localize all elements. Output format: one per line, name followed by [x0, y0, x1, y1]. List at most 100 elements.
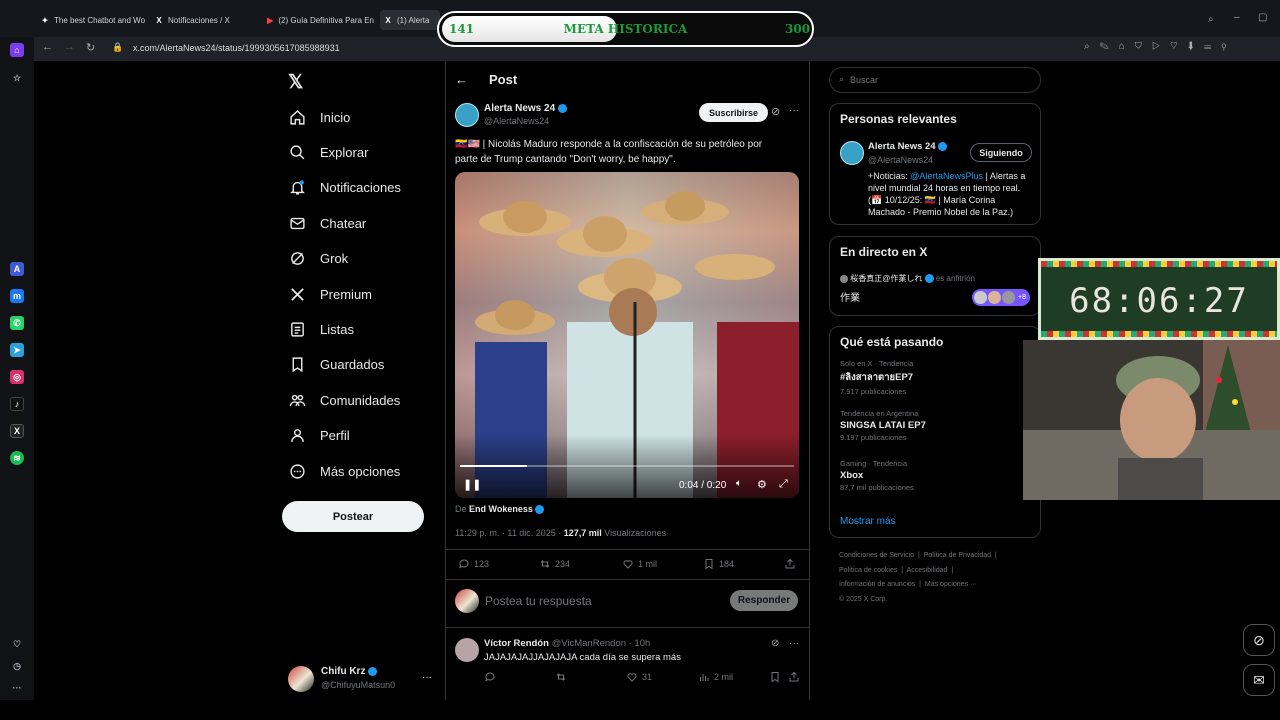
reply-button[interactable]: Responder — [730, 590, 798, 611]
whatsapp-icon[interactable]: ✆ — [10, 316, 24, 330]
nav-item-inicio[interactable]: Inicio — [289, 105, 350, 129]
home-icon[interactable]: ⌂ — [10, 43, 24, 57]
reply-action[interactable]: 123 — [458, 558, 489, 570]
search-tabs-icon[interactable]: ⌕ — [1208, 14, 1214, 25]
tab-chatbot[interactable]: ✦ The best Chatbot and Wo — [40, 10, 146, 30]
video-progress-track[interactable] — [460, 465, 794, 467]
tiktok-icon[interactable]: ♪ — [10, 397, 24, 411]
tab-guia[interactable]: ▶ (2) Guía Definitiva Para En — [266, 10, 374, 30]
reply-share-action[interactable] — [788, 671, 800, 683]
toolbar-icons[interactable]: ⌕✎⌂⛉▷♡⬇☰⚲ — [1084, 41, 1236, 52]
nav-item-notificaciones[interactable]: Notificaciones — [289, 175, 401, 199]
tab-alerta-active[interactable]: X (1) Alerta — [380, 10, 440, 30]
author-handle[interactable]: @AlertaNews24 — [484, 116, 549, 126]
back-arrow-icon[interactable]: ← — [455, 72, 468, 87]
heart-icon[interactable]: ♡ — [10, 637, 24, 651]
footer-link[interactable]: Información de anuncios — [839, 581, 915, 588]
search-box[interactable]: ⌕ Buscar — [829, 67, 1041, 93]
messenger-icon[interactable]: m — [10, 289, 24, 303]
nav-item-guardados[interactable]: Guardados — [289, 352, 384, 376]
footer-link[interactable]: Política de cookies — [839, 567, 897, 574]
telegram-icon[interactable]: ➤ — [10, 343, 24, 357]
footer-link[interactable]: Condiciones de Servicio — [839, 552, 914, 559]
repost-action[interactable]: 234 — [539, 558, 570, 570]
author-avatar[interactable] — [455, 103, 479, 127]
instagram-icon[interactable]: ◎ — [10, 370, 24, 384]
live-topic[interactable]: 作業 — [840, 289, 860, 304]
volume-icon[interactable]: 🔈︎ — [736, 478, 742, 489]
nav-item-explorar[interactable]: Explorar — [289, 140, 368, 164]
history-icon[interactable]: ◷ — [10, 659, 24, 673]
account-switcher[interactable]: Chifu Krz @ChifuyuMatsun0 ··· — [288, 664, 434, 694]
messages-float-icon[interactable]: ✉ — [1243, 664, 1275, 696]
live-host-row[interactable]: 桜香真正@作業しれ es anfitrión — [840, 273, 975, 284]
settings-gear-icon[interactable]: ⚙︎ — [757, 478, 767, 491]
show-more-link[interactable]: Mostrar más — [840, 516, 896, 527]
live-listeners[interactable]: +8 — [972, 289, 1030, 306]
relevant-handle[interactable]: @AlertaNews24 — [868, 155, 933, 165]
bio-link[interactable]: @AlertaNewsPlus — [910, 171, 983, 181]
nav-item-chatear[interactable]: Chatear — [289, 211, 366, 235]
source-name[interactable]: End Wokeness — [469, 504, 533, 514]
nav-item-listas[interactable]: Listas — [289, 317, 354, 341]
reply-avatar[interactable] — [455, 638, 479, 662]
share-action[interactable] — [784, 558, 796, 570]
aria-icon[interactable]: A — [10, 262, 24, 276]
search-input[interactable]: Buscar — [850, 75, 878, 85]
nav-item-premium[interactable]: Premium — [289, 282, 372, 306]
reply-views-action[interactable]: 2 mil — [698, 671, 733, 683]
trend-item[interactable]: Tendencia en Argentina SINGSA LATAI EP7 9.… — [840, 409, 1030, 442]
post-timestamp[interactable]: 11:29 p. m. · 11 dic. 2025 · — [455, 528, 561, 538]
minimize-icon[interactable]: – — [1234, 12, 1240, 23]
relevant-name-row[interactable]: Alerta News 24 — [868, 141, 948, 152]
star-icon[interactable]: ☆ — [10, 71, 24, 85]
maximize-icon[interactable]: ▢ — [1258, 12, 1267, 23]
reply-input[interactable]: Postea tu respuesta — [485, 594, 592, 608]
grok-icon[interactable]: ⊘ — [771, 105, 780, 118]
bookmark-action[interactable]: 184 — [703, 558, 734, 570]
trend-item[interactable]: Solo en X · Tendencia #ลิงสาลาตายEP7 7.917… — [840, 359, 1030, 396]
reload-icon[interactable]: ↻ — [86, 41, 95, 54]
nav-item-más-opciones[interactable]: Más opciones — [289, 459, 400, 483]
trend-item[interactable]: Gaming · Tendencia Xbox 87,7 mil publicaci… — [840, 459, 1030, 492]
reply-repost-action[interactable] — [555, 671, 567, 683]
relevant-avatar[interactable] — [840, 141, 864, 165]
nav-item-perfil[interactable]: Perfil — [289, 423, 350, 447]
author-name-row[interactable]: Alerta News 24 — [484, 103, 567, 114]
post-button[interactable]: Postear — [282, 501, 424, 532]
reply-handle[interactable]: @VicManRendon · 10h — [552, 638, 651, 649]
account-name-text: Chifu Krz — [321, 666, 366, 677]
footer-link[interactable]: Política de Privacidad — [924, 552, 991, 559]
following-button[interactable]: Siguiendo — [970, 143, 1032, 162]
grok-icon[interactable]: ⊘ — [771, 638, 779, 649]
back-icon[interactable]: ← — [42, 41, 53, 53]
more-dots-icon[interactable]: ··· — [789, 105, 799, 116]
subscribe-button[interactable]: Suscribirse — [699, 103, 768, 122]
reply-reply-action[interactable] — [484, 671, 496, 683]
more-dots-icon[interactable]: ··· — [789, 638, 799, 649]
more-dots-icon[interactable]: ··· — [422, 672, 432, 683]
video-progress-fill — [460, 465, 527, 467]
relevant-name[interactable]: Alerta News 24 — [868, 141, 936, 152]
nav-item-comunidades[interactable]: Comunidades — [289, 388, 400, 412]
video-player[interactable]: ❚❚ 0:04 / 0:20 🔈︎ ⚙︎ ⤢ — [455, 172, 799, 498]
grok-float-icon[interactable]: ⊘ — [1243, 624, 1275, 656]
author-name[interactable]: Alerta News 24 — [484, 103, 555, 114]
pause-icon[interactable]: ❚❚ — [463, 478, 481, 491]
reply-bookmark-action[interactable] — [769, 671, 781, 683]
tab-notificaciones[interactable]: X Notificaciones / X — [154, 10, 258, 30]
forward-icon[interactable]: → — [64, 41, 75, 53]
fullscreen-icon[interactable]: ⤢ — [779, 478, 788, 491]
like-action[interactable]: 1 mil — [622, 558, 657, 570]
footer-link[interactable]: Más opciones ··· — [925, 581, 977, 588]
nav-item-grok[interactable]: Grok — [289, 246, 348, 270]
x-logo-icon[interactable]: 𝕏 — [288, 71, 303, 94]
reply-like-action[interactable]: 31 — [626, 671, 652, 683]
url-field[interactable]: x.com/AlertaNews24/status/19993056170859… — [133, 43, 340, 53]
footer-link[interactable]: Accesibilidad — [907, 567, 948, 574]
x-app-icon[interactable]: X — [10, 424, 24, 438]
spotify-icon[interactable]: ≋ — [10, 451, 24, 465]
reply-name[interactable]: Víctor Rendón — [484, 638, 549, 649]
more-icon[interactable]: ··· — [10, 681, 24, 695]
reply-author[interactable]: Víctor Rendón @VicManRendon · 10h — [484, 638, 650, 649]
